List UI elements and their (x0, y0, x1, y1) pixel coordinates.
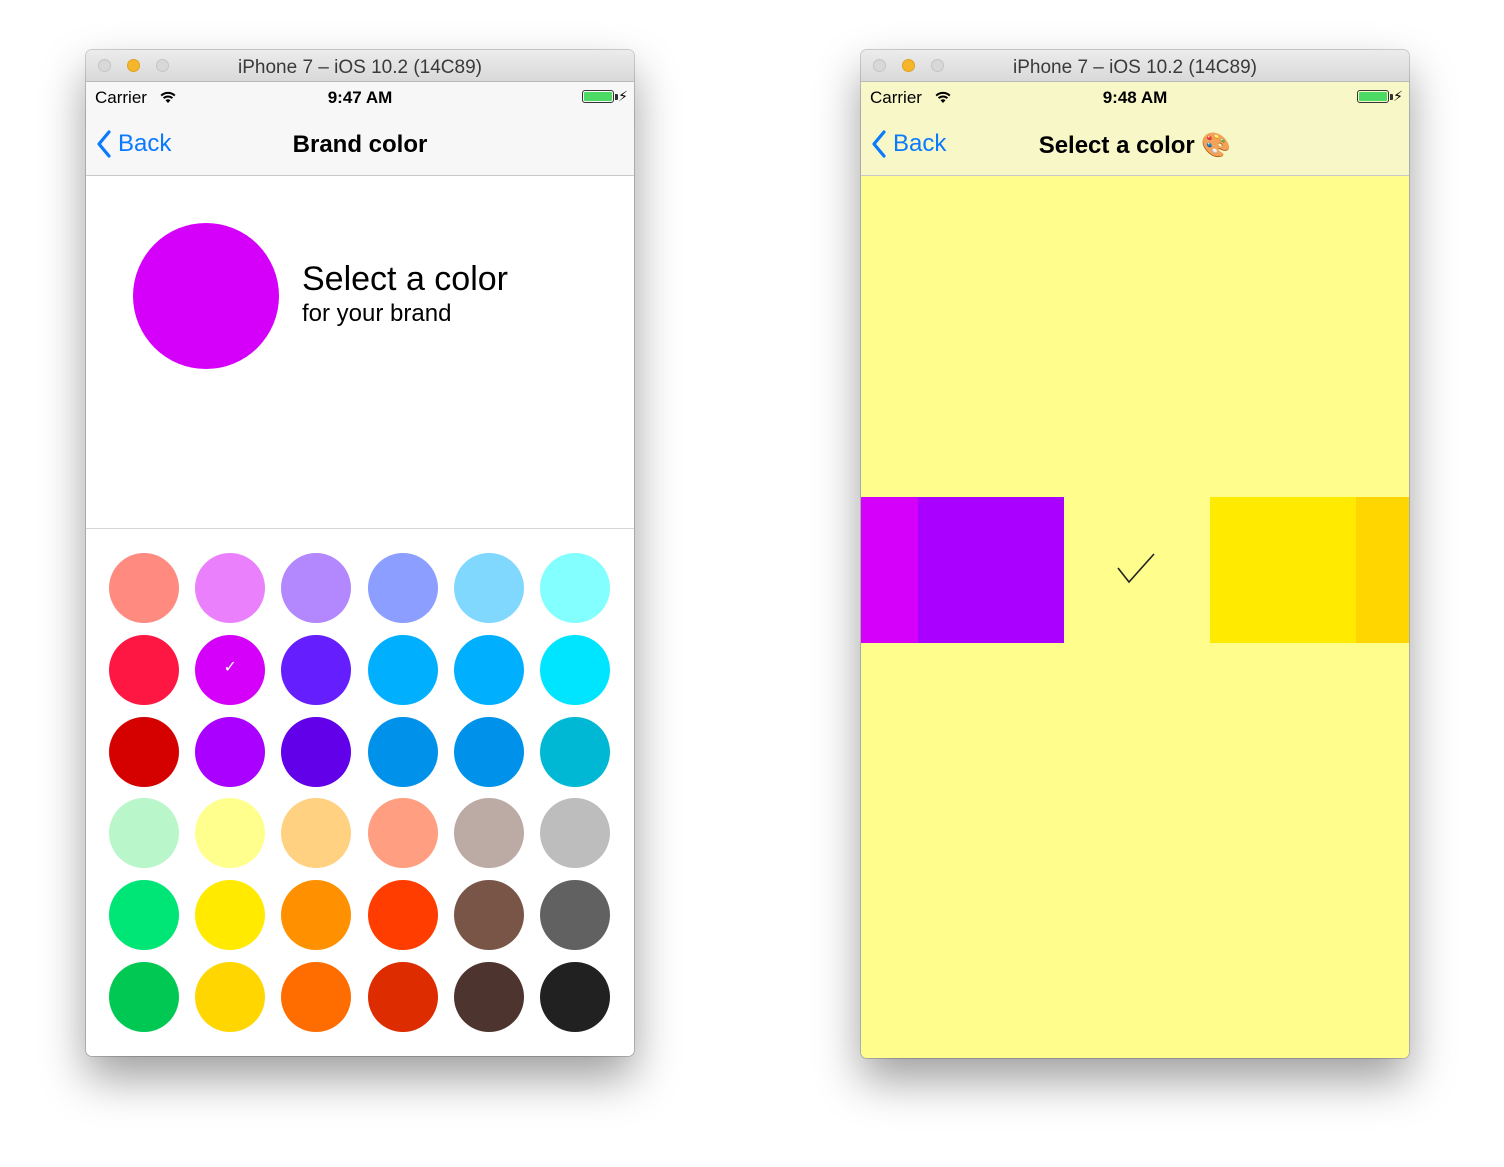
simulator-window-left: iPhone 7 – iOS 10.2 (14C89) Carrier 9:47… (86, 50, 634, 1056)
battery-icon (582, 90, 614, 103)
color-carousel-screen (861, 176, 1409, 1058)
color-swatch[interactable] (540, 798, 610, 869)
color-swatch[interactable] (453, 716, 524, 787)
preview-heading: Select a color (302, 260, 508, 298)
status-bar: Carrier 9:47 AM ⚡︎ (86, 82, 634, 112)
color-swatch[interactable] (540, 716, 610, 787)
color-swatch[interactable] (453, 553, 524, 623)
window-title: iPhone 7 – iOS 10.2 (14C89) (1013, 57, 1257, 78)
color-swatch[interactable] (281, 716, 352, 787)
color-swatch[interactable] (195, 880, 266, 951)
color-strip-purple[interactable] (918, 497, 1064, 643)
color-swatch[interactable] (281, 634, 352, 705)
battery-icon (1357, 90, 1389, 103)
nav-title: Brand color (292, 131, 428, 158)
color-swatch[interactable] (367, 634, 438, 705)
color-swatch[interactable] (367, 553, 438, 623)
navigation-bar: Back Brand color (86, 112, 634, 176)
color-swatch[interactable] (195, 716, 266, 787)
window-title: iPhone 7 – iOS 10.2 (14C89) (238, 57, 482, 78)
color-strip-yellow[interactable] (1210, 497, 1356, 643)
color-swatch[interactable] (281, 798, 352, 869)
charging-bolt-icon: ⚡︎ (1393, 88, 1403, 104)
checkmark-icon (1117, 553, 1155, 584)
color-swatch[interactable] (109, 553, 179, 623)
color-swatch[interactable]: ✓ (195, 634, 266, 705)
color-swatch[interactable] (453, 880, 524, 951)
color-swatch[interactable] (367, 798, 438, 869)
color-swatch[interactable] (453, 798, 524, 869)
status-time: 9:47 AM (327, 88, 393, 107)
color-swatch[interactable] (109, 634, 179, 705)
selected-check-icon: ✓ (223, 658, 237, 676)
color-swatch[interactable] (540, 880, 610, 951)
color-swatch[interactable] (453, 634, 524, 705)
color-swatch[interactable] (540, 962, 610, 1032)
color-strip-magenta[interactable] (861, 497, 918, 643)
color-preview-area: Select a color for your brand (86, 176, 634, 529)
status-bar: Carrier 9:48 AM ⚡︎ (861, 82, 1409, 112)
status-time: 9:48 AM (1102, 88, 1168, 107)
selected-color-preview (133, 223, 279, 369)
navigation-bar: Back Select a color 🎨 (861, 112, 1409, 176)
color-swatch[interactable] (281, 553, 352, 623)
color-swatch[interactable] (281, 880, 352, 951)
color-swatch[interactable] (109, 716, 179, 787)
window-titlebar: iPhone 7 – iOS 10.2 (14C89) (861, 50, 1409, 82)
nav-title: Select a color 🎨 (1038, 132, 1232, 159)
color-strip-amber[interactable] (1356, 497, 1409, 643)
charging-bolt-icon: ⚡︎ (618, 88, 628, 104)
color-swatch[interactable] (367, 962, 438, 1032)
color-swatch[interactable] (109, 880, 179, 951)
window-titlebar: iPhone 7 – iOS 10.2 (14C89) (86, 50, 634, 82)
simulator-window-right: iPhone 7 – iOS 10.2 (14C89) Carrier 9:48… (861, 50, 1409, 1058)
color-swatch[interactable] (540, 634, 610, 705)
preview-subtitle: for your brand (302, 300, 452, 327)
color-swatch[interactable] (195, 798, 266, 869)
color-swatch[interactable] (195, 553, 266, 623)
color-swatch[interactable] (109, 962, 179, 1032)
color-swatch[interactable] (195, 962, 266, 1032)
color-swatch[interactable] (281, 962, 352, 1032)
color-swatch[interactable] (109, 798, 179, 869)
color-swatch[interactable] (367, 880, 438, 951)
color-swatch[interactable] (453, 962, 524, 1032)
color-swatch[interactable] (540, 553, 610, 623)
color-swatch[interactable] (367, 716, 438, 787)
